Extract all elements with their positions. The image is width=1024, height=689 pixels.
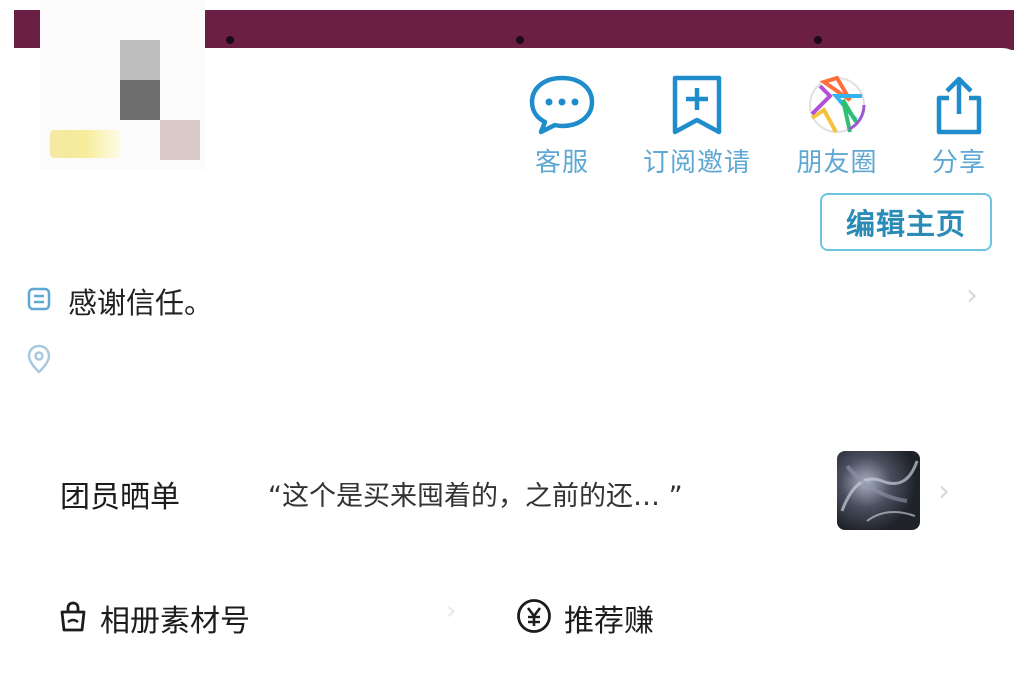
album-button[interactable]: 相册素材号	[58, 596, 250, 640]
bookmark-plus-icon	[627, 66, 767, 136]
showcase-thumbnail[interactable]	[837, 451, 920, 530]
showcase-quote-row: “这个是买来囤着的，之前的还… ”	[268, 474, 683, 513]
showcase-quote: “这个是买来囤着的，之前的还… ”	[268, 481, 683, 512]
bag-icon	[58, 600, 88, 636]
avatar[interactable]	[40, 0, 205, 170]
subscribe-invite-label: 订阅邀请	[642, 148, 751, 178]
subscribe-invite-button[interactable]: 订阅邀请	[627, 66, 767, 179]
chevron-right-icon: ›	[938, 474, 950, 509]
bio-row[interactable]: 感谢信任。	[26, 280, 213, 322]
camera-aperture-icon	[767, 66, 907, 136]
showcase-row[interactable]: 团员晒单	[60, 472, 180, 516]
moments-button[interactable]: 朋友圈	[767, 66, 907, 179]
recommend-earn-button[interactable]: 推荐赚	[516, 596, 654, 640]
album-label: 相册素材号	[100, 604, 250, 639]
showcase-title: 团员晒单	[60, 480, 180, 515]
location-row[interactable]	[27, 344, 51, 378]
yen-circle-icon	[516, 598, 552, 638]
recommend-earn-label: 推荐赚	[564, 604, 654, 639]
note-icon	[26, 286, 52, 316]
bio-text: 感谢信任。	[68, 286, 214, 320]
share-button[interactable]: 分享	[889, 66, 1024, 179]
chat-bubble-icon	[492, 66, 632, 136]
moments-label: 朋友圈	[796, 148, 878, 178]
customer-service-button[interactable]: 客服	[492, 66, 632, 179]
chevron-right-icon: ›	[446, 596, 457, 626]
customer-service-label: 客服	[534, 148, 589, 178]
edit-homepage-button[interactable]: 编辑主页	[820, 193, 992, 251]
share-upload-icon	[889, 66, 1024, 136]
chevron-right-icon: ›	[966, 278, 978, 313]
location-pin-icon	[27, 344, 51, 378]
share-label: 分享	[931, 148, 986, 178]
